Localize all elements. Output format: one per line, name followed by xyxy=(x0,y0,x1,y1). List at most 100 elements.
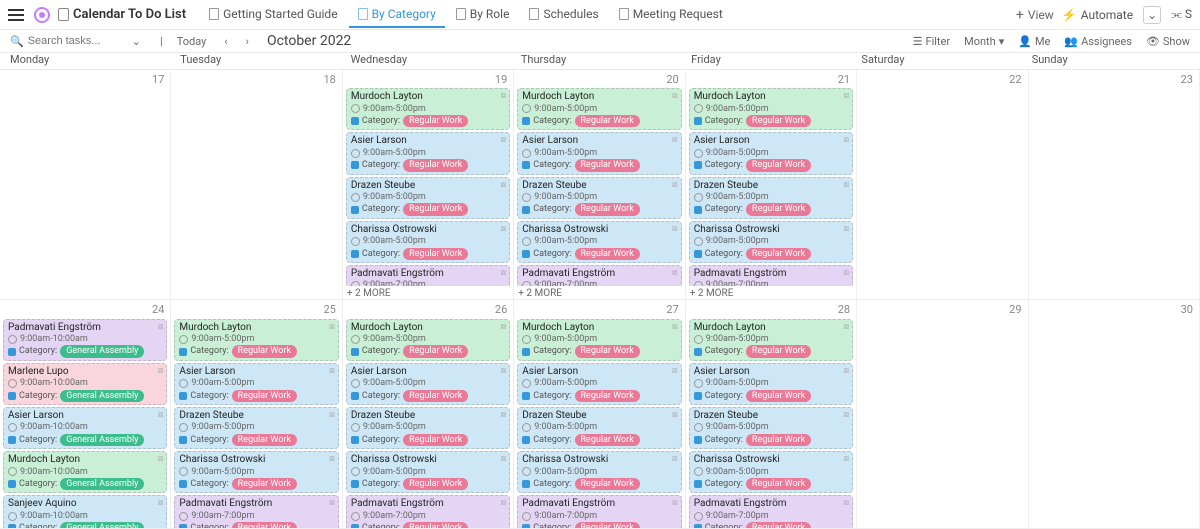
day-cell[interactable]: 28Murdoch Layton9:00am-5:00pmCategory:Re… xyxy=(686,300,857,529)
day-cell[interactable]: 24Padmavati Engström9:00am-10:00amCatego… xyxy=(0,300,171,529)
event-card[interactable]: Asier Larson9:00am-10:00amCategory:Gener… xyxy=(3,407,167,449)
event-card[interactable]: Murdoch Layton9:00am-10:00amCategory:Gen… xyxy=(3,451,167,493)
event-card[interactable]: Asier Larson9:00am-5:00pmCategory:Regula… xyxy=(689,363,853,405)
prev-month-button[interactable]: ‹ xyxy=(220,33,231,50)
event-card[interactable]: Asier Larson9:00am-5:00pmCategory:Regula… xyxy=(517,363,681,405)
event-action-icon[interactable]: ⧈ xyxy=(672,224,678,234)
event-card[interactable]: Padmavati Engström9:00am-10:00amCategory… xyxy=(3,319,167,361)
event-action-icon[interactable]: ⧈ xyxy=(501,135,507,145)
event-action-icon[interactable]: ⧈ xyxy=(843,366,849,376)
event-action-icon[interactable]: ⧈ xyxy=(501,268,507,278)
event-action-icon[interactable]: ⧈ xyxy=(672,268,678,278)
event-card[interactable]: Asier Larson9:00am-5:00pmCategory:Regula… xyxy=(174,363,338,405)
event-card[interactable]: Padmavati Engström9:00am-7:00pmCategory:… xyxy=(346,265,510,286)
event-action-icon[interactable]: ⧈ xyxy=(672,366,678,376)
day-cell[interactable]: 27Murdoch Layton9:00am-5:00pmCategory:Re… xyxy=(514,300,685,529)
event-card[interactable]: Asier Larson9:00am-5:00pmCategory:Regula… xyxy=(346,132,510,174)
event-action-icon[interactable]: ⧈ xyxy=(158,498,164,508)
day-cell[interactable]: 21Murdoch Layton9:00am-5:00pmCategory:Re… xyxy=(686,70,857,300)
more-events-link[interactable]: + 2 MORE xyxy=(343,286,513,299)
event-card[interactable]: Charissa Ostrowski9:00am-5:00pmCategory:… xyxy=(689,451,853,493)
day-cell[interactable]: 17 xyxy=(0,70,171,300)
search-dropdown-icon[interactable]: ⌄ xyxy=(132,35,141,48)
tab-by-category[interactable]: By Category xyxy=(349,2,445,28)
event-card[interactable]: Drazen Steube9:00am-5:00pmCategory:Regul… xyxy=(517,407,681,449)
day-cell[interactable]: 25Murdoch Layton9:00am-5:00pmCategory:Re… xyxy=(171,300,342,529)
tab-meeting-request[interactable]: Meeting Request xyxy=(610,2,732,28)
day-cell[interactable]: 20Murdoch Layton9:00am-5:00pmCategory:Re… xyxy=(514,70,685,300)
event-card[interactable]: Charissa Ostrowski9:00am-5:00pmCategory:… xyxy=(689,221,853,263)
event-action-icon[interactable]: ⧈ xyxy=(501,366,507,376)
day-cell[interactable]: 29 xyxy=(857,300,1028,529)
event-action-icon[interactable]: ⧈ xyxy=(843,268,849,278)
event-card[interactable]: Padmavati Engström9:00am-7:00pmCategory:… xyxy=(689,265,853,286)
event-card[interactable]: Drazen Steube9:00am-5:00pmCategory:Regul… xyxy=(174,407,338,449)
event-card[interactable]: Drazen Steube9:00am-5:00pmCategory:Regul… xyxy=(517,177,681,219)
day-cell[interactable]: 26Murdoch Layton9:00am-5:00pmCategory:Re… xyxy=(343,300,514,529)
event-action-icon[interactable]: ⧈ xyxy=(501,498,507,508)
event-card[interactable]: Charissa Ostrowski9:00am-5:00pmCategory:… xyxy=(174,451,338,493)
event-card[interactable]: Charissa Ostrowski9:00am-5:00pmCategory:… xyxy=(517,221,681,263)
event-action-icon[interactable]: ⧈ xyxy=(329,410,335,420)
more-events-link[interactable]: + 2 MORE xyxy=(686,286,856,299)
event-card[interactable]: Charissa Ostrowski9:00am-5:00pmCategory:… xyxy=(346,221,510,263)
app-logo-icon[interactable] xyxy=(34,7,50,23)
event-action-icon[interactable]: ⧈ xyxy=(843,410,849,420)
event-action-icon[interactable]: ⧈ xyxy=(843,135,849,145)
event-action-icon[interactable]: ⧈ xyxy=(672,135,678,145)
day-cell[interactable]: 30 xyxy=(1029,300,1200,529)
event-card[interactable]: Murdoch Layton9:00am-5:00pmCategory:Regu… xyxy=(517,319,681,361)
event-card[interactable]: Marlene Lupo9:00am-10:00amCategory:Gener… xyxy=(3,363,167,405)
event-action-icon[interactable]: ⧈ xyxy=(501,454,507,464)
event-action-icon[interactable]: ⧈ xyxy=(329,498,335,508)
event-card[interactable]: Sanjeev Aquino9:00am-10:00amCategory:Gen… xyxy=(3,495,167,528)
event-action-icon[interactable]: ⧈ xyxy=(329,454,335,464)
me-button[interactable]: 👤 Me xyxy=(1018,35,1050,48)
tab-by-role[interactable]: By Role xyxy=(447,2,519,28)
event-action-icon[interactable]: ⧈ xyxy=(501,180,507,190)
day-cell[interactable]: 23 xyxy=(1029,70,1200,300)
event-card[interactable]: Padmavati Engström9:00am-7:00pmCategory:… xyxy=(346,495,510,528)
event-action-icon[interactable]: ⧈ xyxy=(672,91,678,101)
event-action-icon[interactable]: ⧈ xyxy=(843,224,849,234)
event-action-icon[interactable]: ⧈ xyxy=(158,322,164,332)
event-action-icon[interactable]: ⧈ xyxy=(672,180,678,190)
event-action-icon[interactable]: ⧈ xyxy=(843,498,849,508)
day-cell[interactable]: 19Murdoch Layton9:00am-5:00pmCategory:Re… xyxy=(343,70,514,300)
event-action-icon[interactable]: ⧈ xyxy=(329,322,335,332)
event-card[interactable]: Murdoch Layton9:00am-5:00pmCategory:Regu… xyxy=(517,88,681,130)
event-action-icon[interactable]: ⧈ xyxy=(843,180,849,190)
event-card[interactable]: Murdoch Layton9:00am-5:00pmCategory:Regu… xyxy=(689,88,853,130)
event-action-icon[interactable]: ⧈ xyxy=(672,498,678,508)
event-action-icon[interactable]: ⧈ xyxy=(501,91,507,101)
tab-getting-started-guide[interactable]: Getting Started Guide xyxy=(200,2,346,28)
event-action-icon[interactable]: ⧈ xyxy=(843,322,849,332)
event-action-icon[interactable]: ⧈ xyxy=(672,454,678,464)
more-events-link[interactable]: + 2 MORE xyxy=(514,286,684,299)
event-card[interactable]: Murdoch Layton9:00am-5:00pmCategory:Regu… xyxy=(689,319,853,361)
search-input[interactable] xyxy=(28,35,128,47)
event-card[interactable]: Charissa Ostrowski9:00am-5:00pmCategory:… xyxy=(517,451,681,493)
event-card[interactable]: Charissa Ostrowski9:00am-5:00pmCategory:… xyxy=(346,451,510,493)
tab-schedules[interactable]: Schedules xyxy=(520,2,607,28)
day-cell[interactable]: 22 xyxy=(857,70,1028,300)
day-cell[interactable]: 18 xyxy=(171,70,342,300)
event-action-icon[interactable]: ⧈ xyxy=(158,366,164,376)
search-icon[interactable]: 🔍 xyxy=(10,35,24,48)
event-action-icon[interactable]: ⧈ xyxy=(158,410,164,420)
event-action-icon[interactable]: ⧈ xyxy=(843,91,849,101)
event-action-icon[interactable]: ⧈ xyxy=(501,322,507,332)
assignees-button[interactable]: 👥 Assignees xyxy=(1064,35,1132,48)
next-month-button[interactable]: › xyxy=(242,33,253,50)
month-select[interactable]: Month ▾ xyxy=(964,35,1004,48)
dropdown-chevron[interactable]: ⌄ xyxy=(1143,6,1161,24)
automate-button[interactable]: ⚡Automate xyxy=(1062,8,1133,22)
event-card[interactable]: Asier Larson9:00am-5:00pmCategory:Regula… xyxy=(517,132,681,174)
event-action-icon[interactable]: ⧈ xyxy=(329,366,335,376)
event-card[interactable]: Padmavati Engström9:00am-7:00pmCategory:… xyxy=(689,495,853,528)
event-action-icon[interactable]: ⧈ xyxy=(672,410,678,420)
filter-button[interactable]: ☰ Filter xyxy=(913,35,950,48)
event-card[interactable]: Murdoch Layton9:00am-5:00pmCategory:Regu… xyxy=(346,88,510,130)
event-card[interactable]: Padmavati Engström9:00am-7:00pmCategory:… xyxy=(517,265,681,286)
event-card[interactable]: Drazen Steube9:00am-5:00pmCategory:Regul… xyxy=(689,407,853,449)
